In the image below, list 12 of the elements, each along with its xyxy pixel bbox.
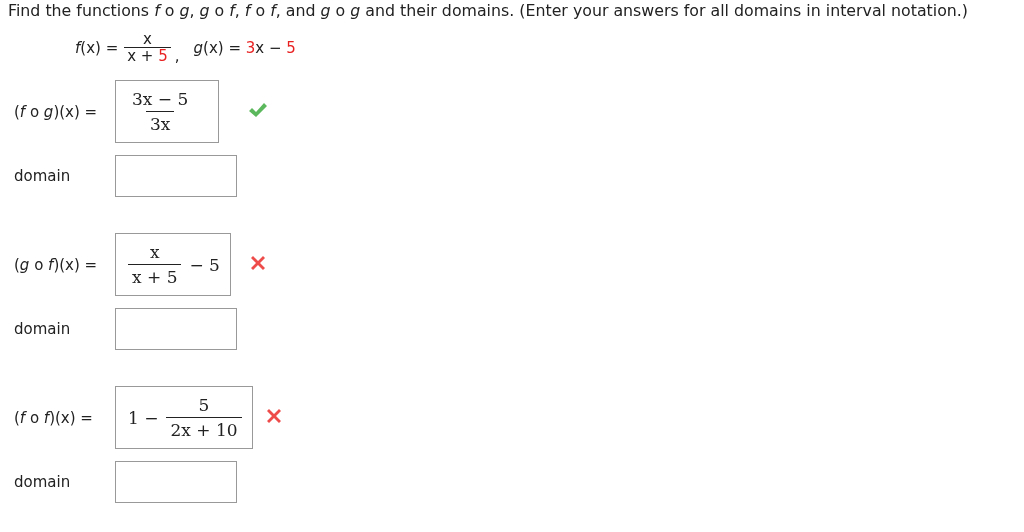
function-definition: g(x) = 3x − 5	[193, 39, 296, 57]
function-label: (f o g)(x) =	[14, 102, 99, 121]
domain-label: domain	[14, 167, 72, 185]
domain-field[interactable]	[115, 461, 237, 503]
function-label: (f o f)(x) =	[14, 408, 94, 427]
domain-field[interactable]	[115, 308, 237, 350]
function-label: (g o f)(x) =	[14, 255, 99, 274]
instructions: Find the functions fo g, g o f, fo f, and g o g and their domains. (Enter your answers for all domains in interval notation.)	[8, 2, 970, 20]
domain-label: domain	[14, 473, 72, 491]
domain-field[interactable]	[115, 155, 237, 197]
answer-field[interactable]: 3x − 5 3x	[115, 80, 219, 143]
domain-label: domain	[14, 320, 72, 338]
